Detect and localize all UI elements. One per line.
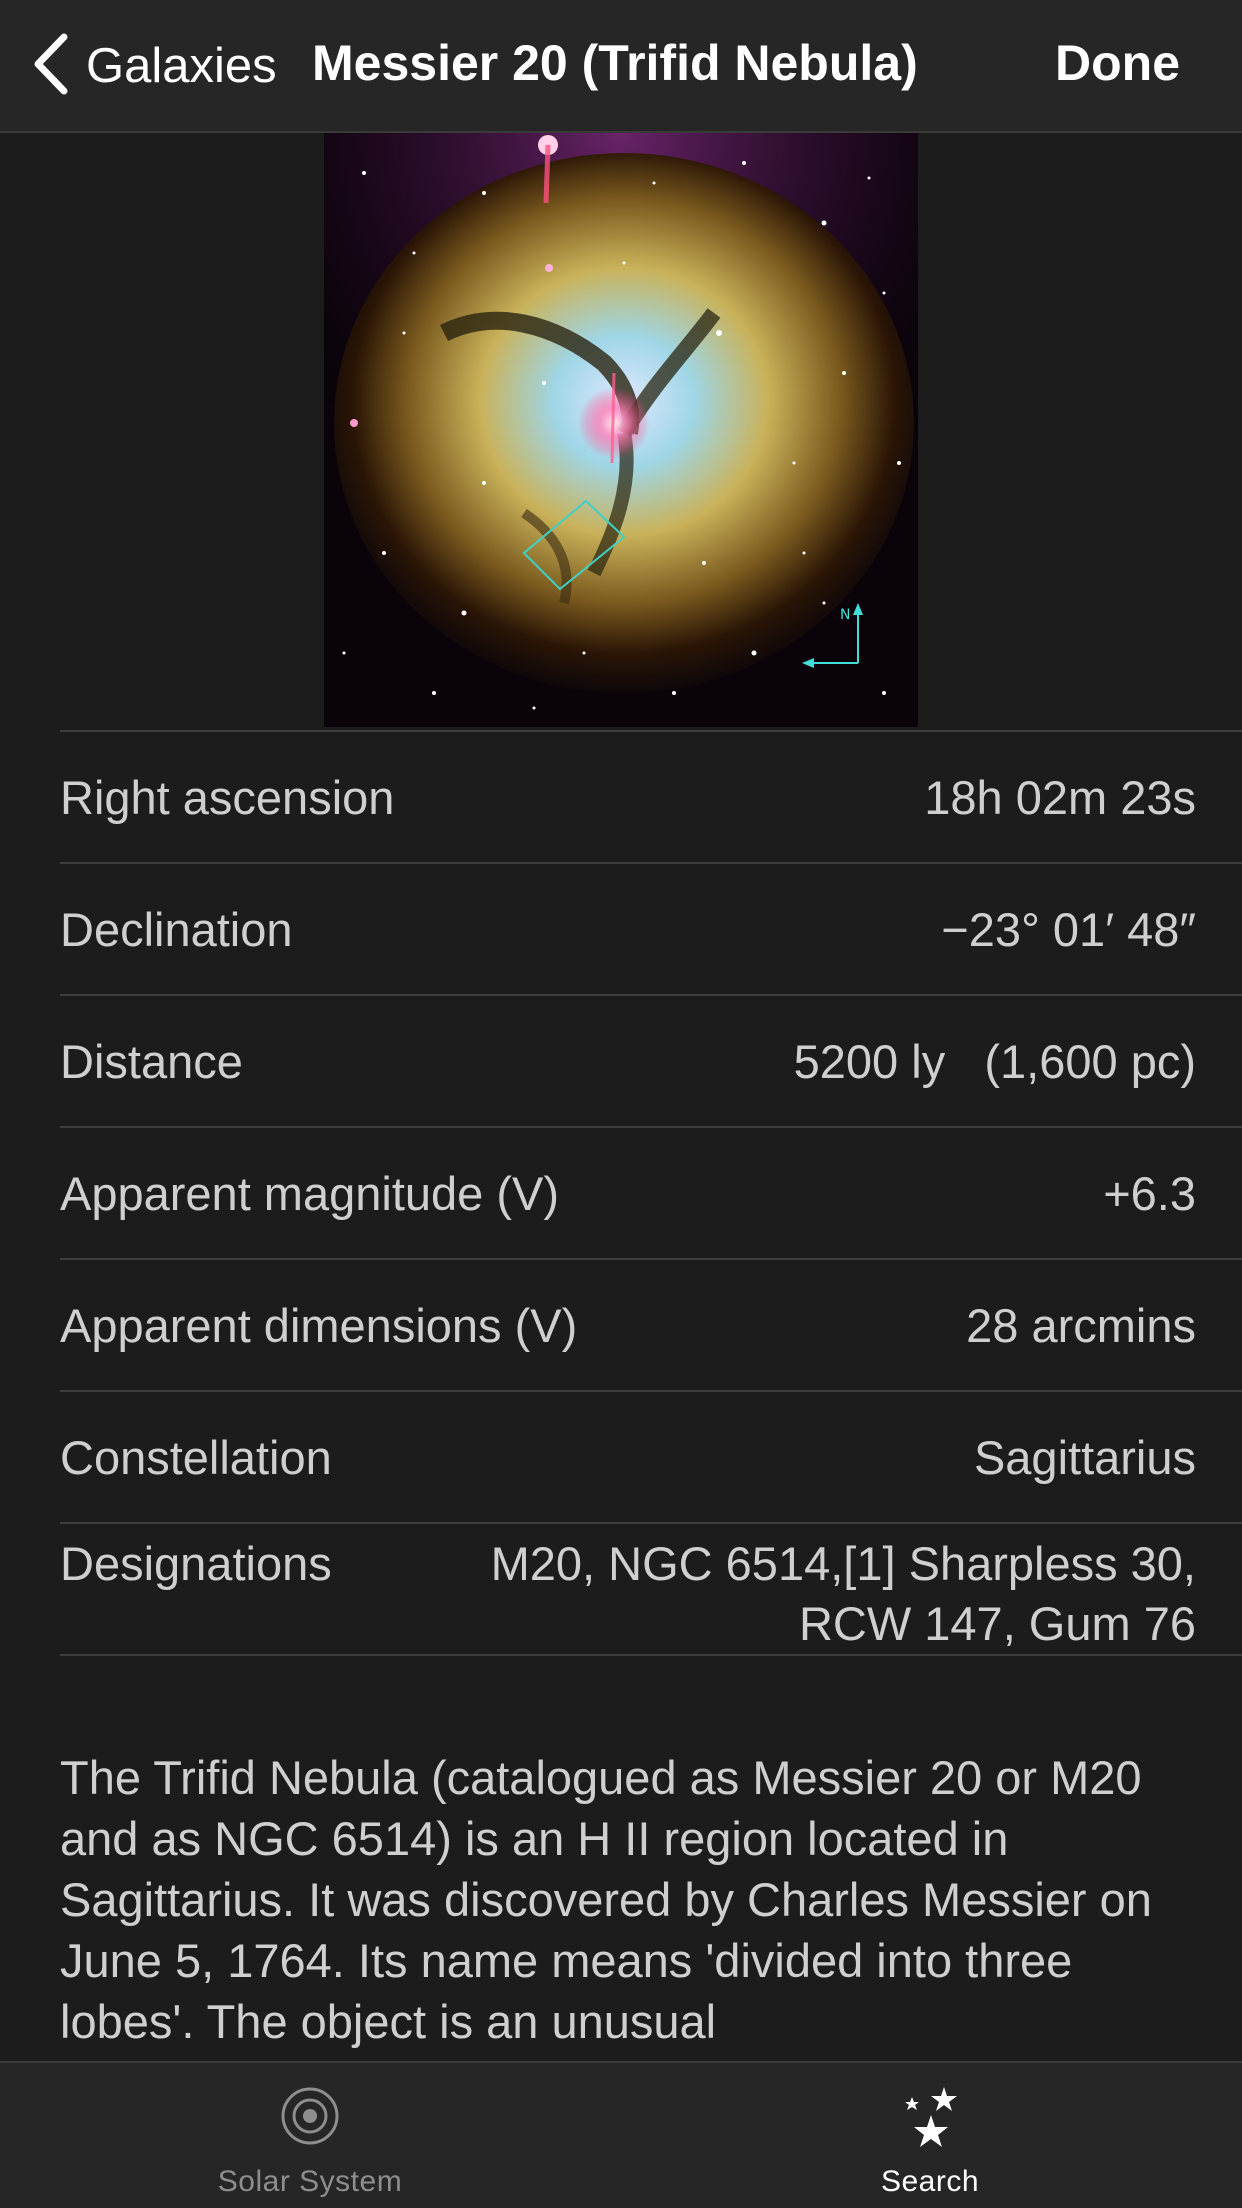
row-value: M20, NGC 6514,[1] Sharpless 30, RCW 147,…: [490, 1537, 1196, 1650]
description-text: The Trifid Nebula (catalogued as Messier…: [60, 1751, 1152, 2048]
row-label: Constellation: [60, 1430, 332, 1484]
row-value: Sagittarius: [973, 1430, 1196, 1484]
screen: Galaxies Messier 20 (Trifid Nebula) Done: [0, 0, 1242, 2208]
row-label: Apparent magnitude (V): [60, 1166, 560, 1220]
row-value: 18h 02m 23s: [924, 770, 1196, 824]
chevron-left-icon: [30, 33, 70, 100]
tab-bar: Solar System Search: [0, 2061, 1242, 2208]
nebula-image: N: [324, 133, 918, 727]
compass-label: N: [840, 607, 850, 623]
row-distance: Distance 5200 ly (1,600 pc): [60, 994, 1242, 1126]
back-button[interactable]: Galaxies: [30, 30, 277, 102]
row-value: 5200 ly (1,600 pc): [793, 1034, 1196, 1088]
row-apparent-magnitude: Apparent magnitude (V) +6.3: [60, 1126, 1242, 1258]
row-declination: Declination −23° 01′ 48″: [60, 862, 1242, 994]
row-label: Designations: [60, 1537, 332, 1590]
tab-search[interactable]: Search: [780, 2085, 1080, 2199]
row-label: Distance: [60, 1034, 243, 1088]
row-apparent-dimensions: Apparent dimensions (V) 28 arcmins: [60, 1258, 1242, 1390]
tab-label: Solar System: [217, 2165, 403, 2198]
stars-icon: [780, 2085, 1080, 2147]
row-label: Declination: [60, 902, 293, 956]
row-value: −23° 01′ 48″: [941, 902, 1196, 956]
row-right-ascension: Right ascension 18h 02m 23s: [60, 730, 1242, 862]
row-label: Right ascension: [60, 770, 395, 824]
page-title: Messier 20 (Trifid Nebula): [312, 35, 918, 91]
navigation-bar: Galaxies Messier 20 (Trifid Nebula) Done: [0, 0, 1242, 133]
done-button[interactable]: Done: [1055, 34, 1180, 92]
row-label: Apparent dimensions (V): [60, 1298, 578, 1352]
row-value: +6.3: [1103, 1166, 1196, 1220]
row-constellation: Constellation Sagittarius: [60, 1390, 1242, 1522]
back-label: Galaxies: [86, 39, 277, 93]
solar-system-icon: [160, 2085, 460, 2147]
tab-label: Search: [880, 2165, 980, 2198]
row-value: 28 arcmins: [966, 1298, 1196, 1352]
row-designations: Designations M20, NGC 6514,[1] Sharpless…: [60, 1522, 1242, 1654]
info-table: Right ascension 18h 02m 23s Declination …: [60, 730, 1242, 1656]
tab-solar-system[interactable]: Solar System: [160, 2085, 460, 2199]
table-divider: [60, 1654, 1242, 1656]
